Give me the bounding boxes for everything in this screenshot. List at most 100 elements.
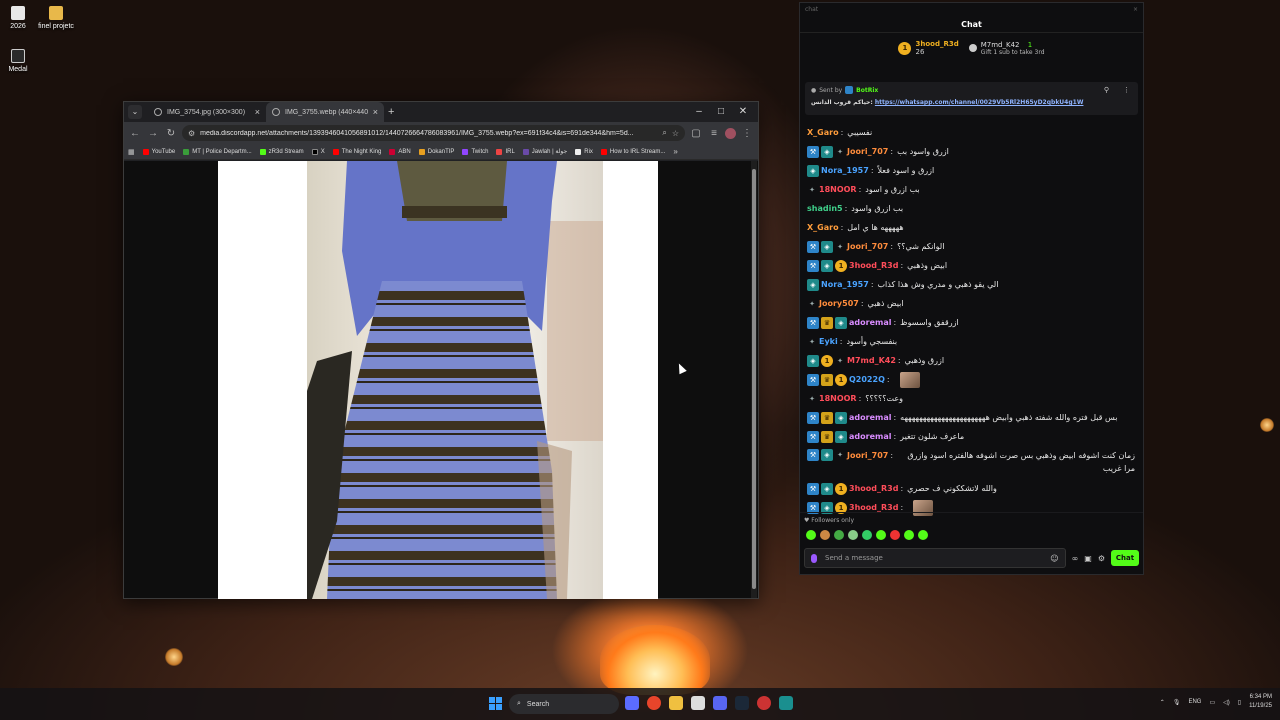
chat-message[interactable]: ⚒ ◈ 1 3hood_R3d: والله لاتشككوني ف حصري: [807, 479, 1135, 498]
close-tab-icon[interactable]: ×: [255, 107, 260, 117]
chat-message[interactable]: X_Garo: هههههه ها ي امل: [807, 218, 1135, 237]
emote-icon[interactable]: [876, 530, 886, 540]
bookmark-jawlah[interactable]: Jawlah | جولة: [522, 148, 567, 155]
site-info-icon[interactable]: ⚙: [188, 129, 195, 138]
zoom-icon[interactable]: ⌕: [662, 128, 666, 138]
reload-button[interactable]: ↻: [164, 128, 178, 139]
chat-message[interactable]: ⚒ ◈ 1 3hood_R3d: ابيض وذهبي: [807, 256, 1135, 275]
chat-message[interactable]: shadin5: بب ازرق واسود: [807, 199, 1135, 218]
obs-icon[interactable]: [757, 696, 771, 710]
send-chat-button[interactable]: Chat: [1111, 550, 1139, 566]
chat-username[interactable]: Nora_1957: [821, 166, 869, 175]
new-tab-button[interactable]: +: [388, 106, 394, 118]
chat-username[interactable]: M7md_K42: [847, 356, 896, 365]
close-chat-icon[interactable]: ×: [1133, 6, 1138, 13]
store-icon[interactable]: ▣: [1084, 554, 1092, 563]
bookmark-star-icon[interactable]: ☆: [672, 129, 679, 138]
emote-icon[interactable]: [806, 530, 816, 540]
bookmark-abn[interactable]: ABN: [389, 148, 411, 155]
chat-username[interactable]: Q2022Q: [849, 375, 885, 384]
chevron-up-icon[interactable]: ⌃: [1160, 699, 1165, 706]
chat-username[interactable]: 3hood_R3d: [849, 484, 898, 493]
gifter-second[interactable]: M7md_K42 1 Gift 1 sub to take 3rd: [968, 41, 1045, 56]
emote-icon[interactable]: [820, 530, 830, 540]
volume-icon[interactable]: ◁): [1223, 699, 1230, 706]
chat-username[interactable]: adoremal: [849, 432, 891, 441]
desktop-icon-finel-projetc[interactable]: finel projetc: [34, 6, 78, 30]
close-tab-icon[interactable]: ×: [373, 107, 378, 117]
tab-search-button[interactable]: ⌄: [128, 105, 142, 119]
apps-grid-icon[interactable]: ▦: [128, 148, 135, 156]
app-icon[interactable]: [779, 696, 793, 710]
file-explorer-icon[interactable]: [669, 696, 683, 710]
scrollbar[interactable]: [751, 161, 757, 598]
address-bar[interactable]: ⚙ media.discordapp.net/attachments/13939…: [182, 125, 685, 141]
more-bookmarks-icon[interactable]: »: [673, 147, 677, 156]
bookmark-how-to-irl[interactable]: How to IRL Stream...: [600, 148, 665, 155]
chat-username[interactable]: Joory507: [819, 299, 859, 308]
close-window-button[interactable]: ✕: [732, 102, 754, 122]
taskbar-search[interactable]: ⌕ Search: [509, 694, 619, 714]
menu-kebab-icon[interactable]: ⋮: [740, 128, 754, 139]
emote-icon[interactable]: [848, 530, 858, 540]
bookmark-zr3d-stream[interactable]: zR3d Stream: [259, 148, 304, 155]
unpin-icon[interactable]: ⚲: [1104, 86, 1109, 94]
discord-icon[interactable]: [713, 696, 727, 710]
maximize-button[interactable]: □: [710, 102, 732, 122]
bookmark-twitch[interactable]: Twitch: [462, 148, 488, 155]
chat-username[interactable]: Joori_707: [847, 242, 888, 251]
chat-username[interactable]: shadin5: [807, 204, 843, 213]
chat-username[interactable]: 18NOOR: [819, 185, 857, 194]
microphone-icon[interactable]: [811, 553, 817, 563]
chat-username[interactable]: adoremal: [849, 318, 891, 327]
desktop-icon-medal[interactable]: Medal: [0, 49, 40, 73]
bookmark-rix[interactable]: Rix: [575, 148, 593, 155]
copilot-icon[interactable]: [625, 696, 639, 710]
sidebar-icon[interactable]: ≡: [707, 128, 721, 139]
chat-username[interactable]: 3hood_R3d: [849, 261, 898, 270]
chat-username[interactable]: adoremal: [849, 413, 891, 422]
chat-username[interactable]: X_Garo: [807, 128, 839, 137]
chat-message[interactable]: ⚒ ♛ 1 Q2022Q:: [807, 370, 1135, 389]
chat-message[interactable]: ✦ 18NOOR: وعت؟؟؟؟؟: [807, 389, 1135, 408]
chat-username[interactable]: Joori_707: [847, 147, 888, 156]
chat-username[interactable]: Eyki: [819, 337, 838, 346]
chrome-icon[interactable]: [647, 696, 661, 710]
chat-message[interactable]: ✦ 18NOOR: بب ازرق و اسود: [807, 180, 1135, 199]
pinned-link[interactable]: https://whatsapp.com/channel/0029Vb5Rl2H…: [875, 99, 1084, 106]
bookmark-dokantip[interactable]: DokanTIP: [418, 148, 454, 155]
steam-icon[interactable]: [735, 696, 749, 710]
sub-gift-icon[interactable]: ∞: [1072, 554, 1079, 563]
chat-message[interactable]: ⚒ ♛ ◈ adoremal: بس قبل فتره والله شفته ذهبي …: [807, 408, 1135, 427]
bookmark-youtube[interactable]: YouTube: [142, 148, 175, 155]
profile-avatar[interactable]: [725, 127, 736, 139]
chat-message[interactable]: ⚒ ◈ ✦ Joori_707: الوانكم شي؟؟: [807, 237, 1135, 256]
chat-username[interactable]: Joori_707: [847, 449, 888, 462]
tab-img-3755[interactable]: IMG_3755.webp (440×440) ×: [266, 102, 384, 122]
chat-message[interactable]: ◈ Nora_1957: ازرق و اسود فعلاً: [807, 161, 1135, 180]
bookmark-mt-police[interactable]: MT | Police Departm...: [183, 148, 252, 155]
chat-message[interactable]: ⚒ ◈ ✦ Joori_707: ازرق واسود بب: [807, 142, 1135, 161]
store-icon[interactable]: [691, 696, 705, 710]
chat-username[interactable]: X_Garo: [807, 223, 839, 232]
battery-icon[interactable]: ▯: [1238, 699, 1241, 706]
chat-message[interactable]: ✦ Joory507: ابيض ذهبي: [807, 294, 1135, 313]
chat-message[interactable]: X_Garo: نفسيبي: [807, 123, 1135, 142]
forward-button[interactable]: →: [146, 128, 160, 139]
emote-icon[interactable]: [834, 530, 844, 540]
clock[interactable]: 6:34 PM 11/19/25: [1249, 693, 1272, 711]
microphone-icon[interactable]: 🎙: [1173, 699, 1181, 706]
emote-icon[interactable]: [918, 530, 928, 540]
chat-message[interactable]: ⚒ ♛ ◈ adoremal: ازرقفق واسسوظ: [807, 313, 1135, 332]
chat-message[interactable]: ◈ 1 ✦ M7md_K42: ازرق وذهبي: [807, 351, 1135, 370]
emote-icon[interactable]: [890, 530, 900, 540]
minimize-button[interactable]: –: [688, 102, 710, 122]
chat-username[interactable]: 3hood_R3d: [849, 503, 898, 512]
chat-username[interactable]: 18NOOR: [819, 394, 857, 403]
message-input[interactable]: Send a message ☺: [804, 548, 1066, 568]
chat-message[interactable]: ⚒ ◈ ✦ Joori_707: زمان كنت اشوفه ابيض وذهبي ب…: [807, 446, 1135, 479]
chat-message[interactable]: ✦ Eyki: بنفسجي وأسود: [807, 332, 1135, 351]
chat-message[interactable]: ⚒ ♛ ◈ adoremal: ماعرف شلون تتغير: [807, 427, 1135, 446]
back-button[interactable]: ←: [128, 128, 142, 139]
emote-icon[interactable]: [904, 530, 914, 540]
